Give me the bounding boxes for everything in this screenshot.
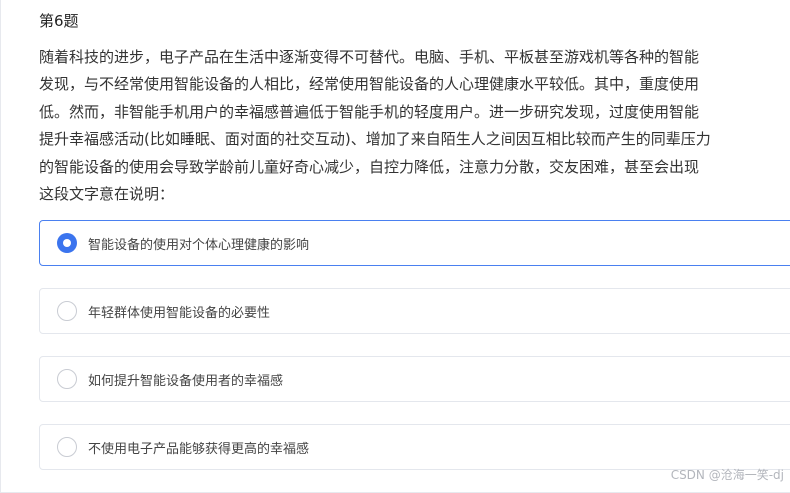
- stem-line: 提升幸福感活动(比如睡眠、面对面的社交互动)、增加了来自陌生人之间因互相比较而产…: [39, 130, 711, 149]
- radio-unchecked-icon[interactable]: [57, 301, 77, 321]
- answer-options: 智能设备的使用对个体心理健康的影响 年轻群体使用智能设备的必要性 如何提升智能设…: [39, 220, 790, 492]
- option-a[interactable]: 智能设备的使用对个体心理健康的影响: [39, 220, 790, 266]
- option-b[interactable]: 年轻群体使用智能设备的必要性: [39, 288, 790, 334]
- option-label: 如何提升智能设备使用者的幸福感: [88, 373, 284, 389]
- radio-unchecked-icon[interactable]: [57, 369, 77, 389]
- option-label: 年轻群体使用智能设备的必要性: [88, 305, 271, 321]
- option-c[interactable]: 如何提升智能设备使用者的幸福感: [39, 356, 790, 402]
- option-d[interactable]: 不使用电子产品能够获得更高的幸福感: [39, 424, 790, 470]
- stem-line: 发现，与不经常使用智能设备的人相比，经常使用智能设备的人心理健康水平较低。其中，…: [39, 75, 700, 94]
- question-number: 第6题: [39, 12, 79, 30]
- csdn-watermark: CSDN @沧海一笑-dj: [670, 468, 784, 482]
- radio-unchecked-icon[interactable]: [57, 437, 77, 457]
- radio-checked-icon[interactable]: [57, 233, 77, 253]
- option-label: 智能设备的使用对个体心理健康的影响: [88, 237, 310, 253]
- question-prompt: 这段文字意在说明：: [39, 184, 175, 203]
- stem-line: 随着科技的进步，电子产品在生活中逐渐变得不可替代。电脑、手机、平板甚至游戏机等各…: [39, 48, 700, 66]
- stem-line: 低。然而，非智能手机用户的幸福感普遍低于智能手机的轻度用户。进一步研究发现，过度…: [39, 102, 700, 121]
- stem-line: 的智能设备的使用会导致学龄前儿童好奇心减少，自控力降低，注意力分散，交友困难，甚…: [39, 157, 700, 176]
- option-label: 不使用电子产品能够获得更高的幸福感: [88, 441, 310, 457]
- question-stem: 随着科技的进步，电子产品在生活中逐渐变得不可替代。电脑、手机、平板甚至游戏机等各…: [39, 44, 790, 208]
- question-card: 第6题 随着科技的进步，电子产品在生活中逐渐变得不可替代。电脑、手机、平板甚至游…: [0, 0, 790, 493]
